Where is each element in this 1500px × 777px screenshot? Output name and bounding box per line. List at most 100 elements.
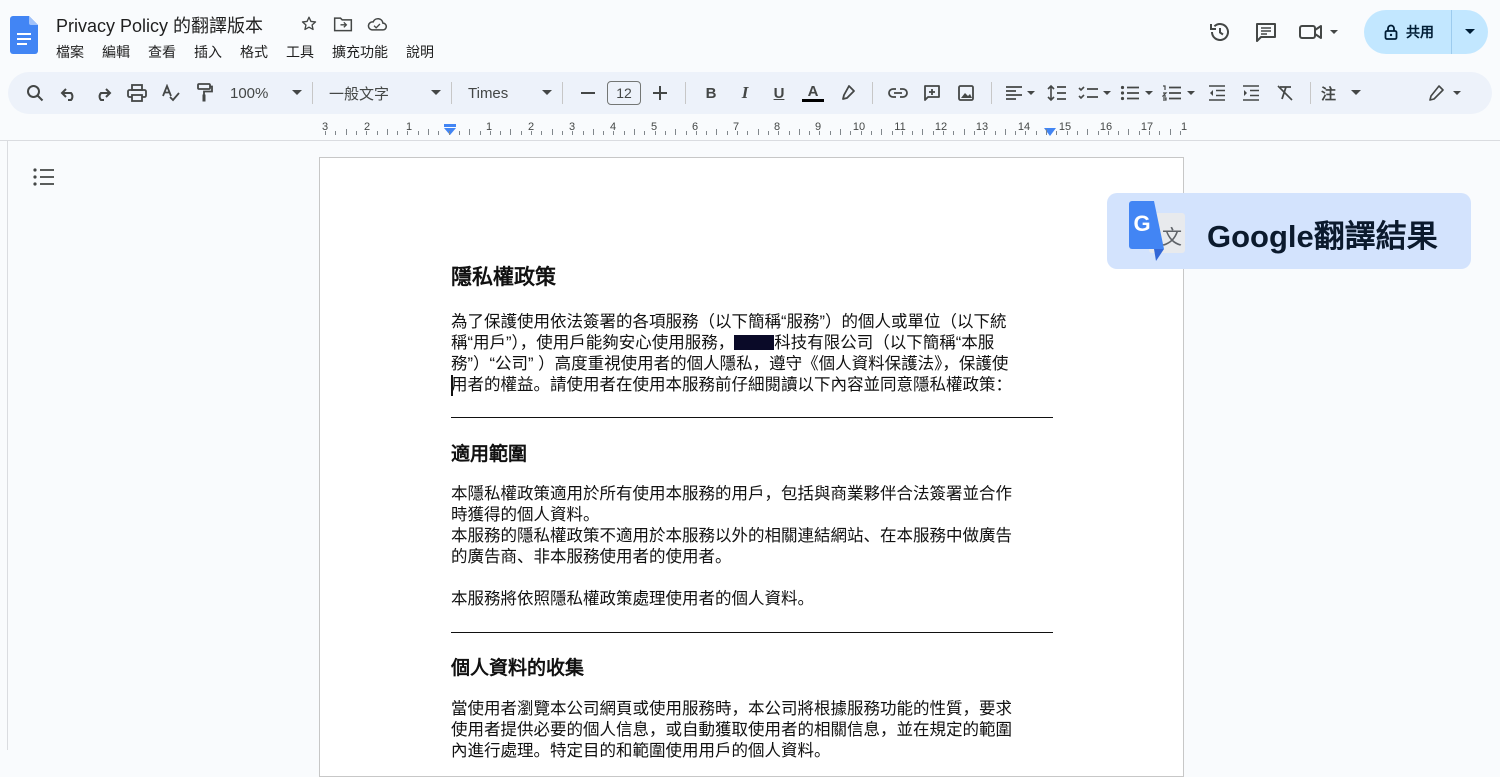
- ruler-tick: [325, 131, 326, 135]
- toolbar-divider: [1310, 82, 1311, 104]
- chevron-down-icon: [1351, 90, 1361, 95]
- toolbar-divider: [991, 82, 992, 104]
- ruler-tick: [1087, 129, 1089, 135]
- ruler-tick: [510, 129, 512, 135]
- ruler-tick: [1097, 131, 1099, 135]
- document-heading: 隱私權政策: [451, 266, 556, 289]
- share-button[interactable]: 共用: [1364, 10, 1488, 54]
- ruler-tick: [1107, 131, 1109, 135]
- font-size-field[interactable]: 12: [607, 77, 641, 109]
- undo-icon[interactable]: [54, 77, 84, 109]
- paint-format-icon[interactable]: [190, 77, 220, 109]
- lock-icon: [1384, 24, 1398, 40]
- vertical-ruler[interactable]: [0, 141, 8, 750]
- font-family-value: Times: [468, 84, 509, 102]
- numbered-list-icon[interactable]: [1160, 77, 1198, 109]
- ruler-tick: [376, 131, 378, 135]
- document-outline-icon[interactable]: [32, 166, 56, 188]
- ruler-tick: [870, 131, 872, 135]
- document-page[interactable]: 隱私權政策 為了保護使用依法簽署的各項服務（以下簡稱“服務”）的個人或單位（以下…: [319, 157, 1184, 777]
- ruler-tick: [355, 131, 357, 135]
- underline-button[interactable]: U: [764, 77, 794, 109]
- menu-extensions[interactable]: 擴充功能: [332, 42, 388, 62]
- line-spacing-icon[interactable]: [1042, 77, 1072, 109]
- ruler-label: 7: [732, 121, 740, 133]
- menu-format[interactable]: 格式: [240, 42, 268, 62]
- horizontal-ruler[interactable]: 3 2 1 1 2 3 4 5 6 7 8 9 10 11 12 13 14 1…: [0, 116, 1500, 141]
- redacted-block: [734, 335, 775, 350]
- ruler-label: 11: [894, 121, 906, 133]
- insert-image-icon[interactable]: [951, 77, 981, 109]
- document-title[interactable]: Privacy Policy 的翻譯版本: [56, 12, 263, 38]
- section-heading-scope: 適用範圍: [451, 444, 528, 465]
- ruler-tick: [1025, 131, 1027, 135]
- ruler-tick: [716, 129, 718, 135]
- zoom-select[interactable]: 100%: [230, 77, 302, 109]
- print-icon[interactable]: [122, 77, 152, 109]
- insert-link-icon[interactable]: [883, 77, 913, 109]
- ruler-tick: [922, 129, 924, 135]
- notes-dropdown[interactable]: 注: [1321, 77, 1361, 109]
- ruler-tick: [1138, 131, 1140, 135]
- ruler-tick: [1128, 129, 1130, 135]
- comments-icon[interactable]: [1246, 12, 1286, 52]
- menu-insert[interactable]: 插入: [194, 42, 222, 62]
- font-family-select[interactable]: Times: [462, 77, 552, 109]
- text-color-glyph: A: [807, 82, 819, 100]
- cloud-saved-icon[interactable]: [366, 13, 388, 35]
- menu-help[interactable]: 說明: [406, 42, 434, 62]
- ruler-tick: [1076, 131, 1078, 135]
- ruler-tick: [592, 129, 594, 135]
- section-heading-collection: 個人資料的收集: [451, 658, 585, 679]
- ruler-tick: [417, 131, 419, 135]
- ruler-tick: [407, 131, 409, 135]
- move-folder-icon[interactable]: [332, 13, 354, 35]
- ruler-tick: [994, 131, 996, 135]
- ruler-tick: [912, 131, 914, 135]
- ruler-tick: [397, 131, 399, 135]
- text-color-button[interactable]: A: [798, 77, 828, 109]
- menu-edit[interactable]: 編輯: [102, 42, 130, 62]
- star-icon[interactable]: [298, 13, 320, 35]
- ruler-tick: [500, 131, 502, 135]
- ruler-tick: [1004, 129, 1006, 135]
- ruler-tick: [891, 131, 893, 135]
- ruler-tick: [901, 131, 903, 135]
- menu-view[interactable]: 查看: [148, 42, 176, 62]
- share-dropdown-icon[interactable]: [1452, 29, 1488, 35]
- menu-file[interactable]: 檔案: [56, 42, 84, 62]
- decrease-font-size-icon[interactable]: [573, 77, 603, 109]
- ruler-tick: [963, 129, 965, 135]
- menu-tools[interactable]: 工具: [286, 42, 314, 62]
- bulleted-list-icon[interactable]: [1118, 77, 1156, 109]
- ruler-tick: [458, 131, 460, 135]
- spellcheck-icon[interactable]: [156, 77, 186, 109]
- decrease-indent-icon[interactable]: [1202, 77, 1232, 109]
- google-docs-logo-icon[interactable]: [10, 16, 38, 54]
- align-dropdown-icon[interactable]: [1002, 77, 1038, 109]
- text-span: 科技有限公司（以下簡稱“本服: [774, 334, 995, 352]
- add-comment-icon[interactable]: [917, 77, 947, 109]
- ruler-label: 1: [1180, 121, 1188, 133]
- ruler-tick: [984, 131, 986, 135]
- ruler-tick: [819, 131, 821, 135]
- meet-video-icon[interactable]: [1292, 12, 1348, 52]
- increase-font-size-icon[interactable]: [645, 77, 675, 109]
- highlight-pen-icon[interactable]: [832, 77, 862, 109]
- ruler-tick: [757, 129, 759, 135]
- ruler-label: 10: [852, 121, 866, 133]
- clear-formatting-icon[interactable]: [1270, 77, 1300, 109]
- paragraph-style-select[interactable]: 一般文字: [323, 77, 441, 109]
- font-size-value[interactable]: 12: [607, 81, 641, 105]
- ruler-label: 14: [1017, 121, 1031, 133]
- increase-indent-icon[interactable]: [1236, 77, 1266, 109]
- version-history-icon[interactable]: [1200, 12, 1240, 52]
- italic-button[interactable]: I: [730, 77, 760, 109]
- editing-mode-icon[interactable]: [1426, 77, 1464, 109]
- bold-button[interactable]: B: [696, 77, 726, 109]
- scope-paragraph: 本隱私權政策適用於所有使用本服務的用戶，包括與商業夥伴合法簽署並合作 時獲得的個…: [451, 484, 1055, 568]
- left-indent-marker-icon[interactable]: [443, 124, 457, 136]
- redo-icon[interactable]: [88, 77, 118, 109]
- checklist-icon[interactable]: [1076, 77, 1114, 109]
- search-menus-icon[interactable]: [20, 77, 50, 109]
